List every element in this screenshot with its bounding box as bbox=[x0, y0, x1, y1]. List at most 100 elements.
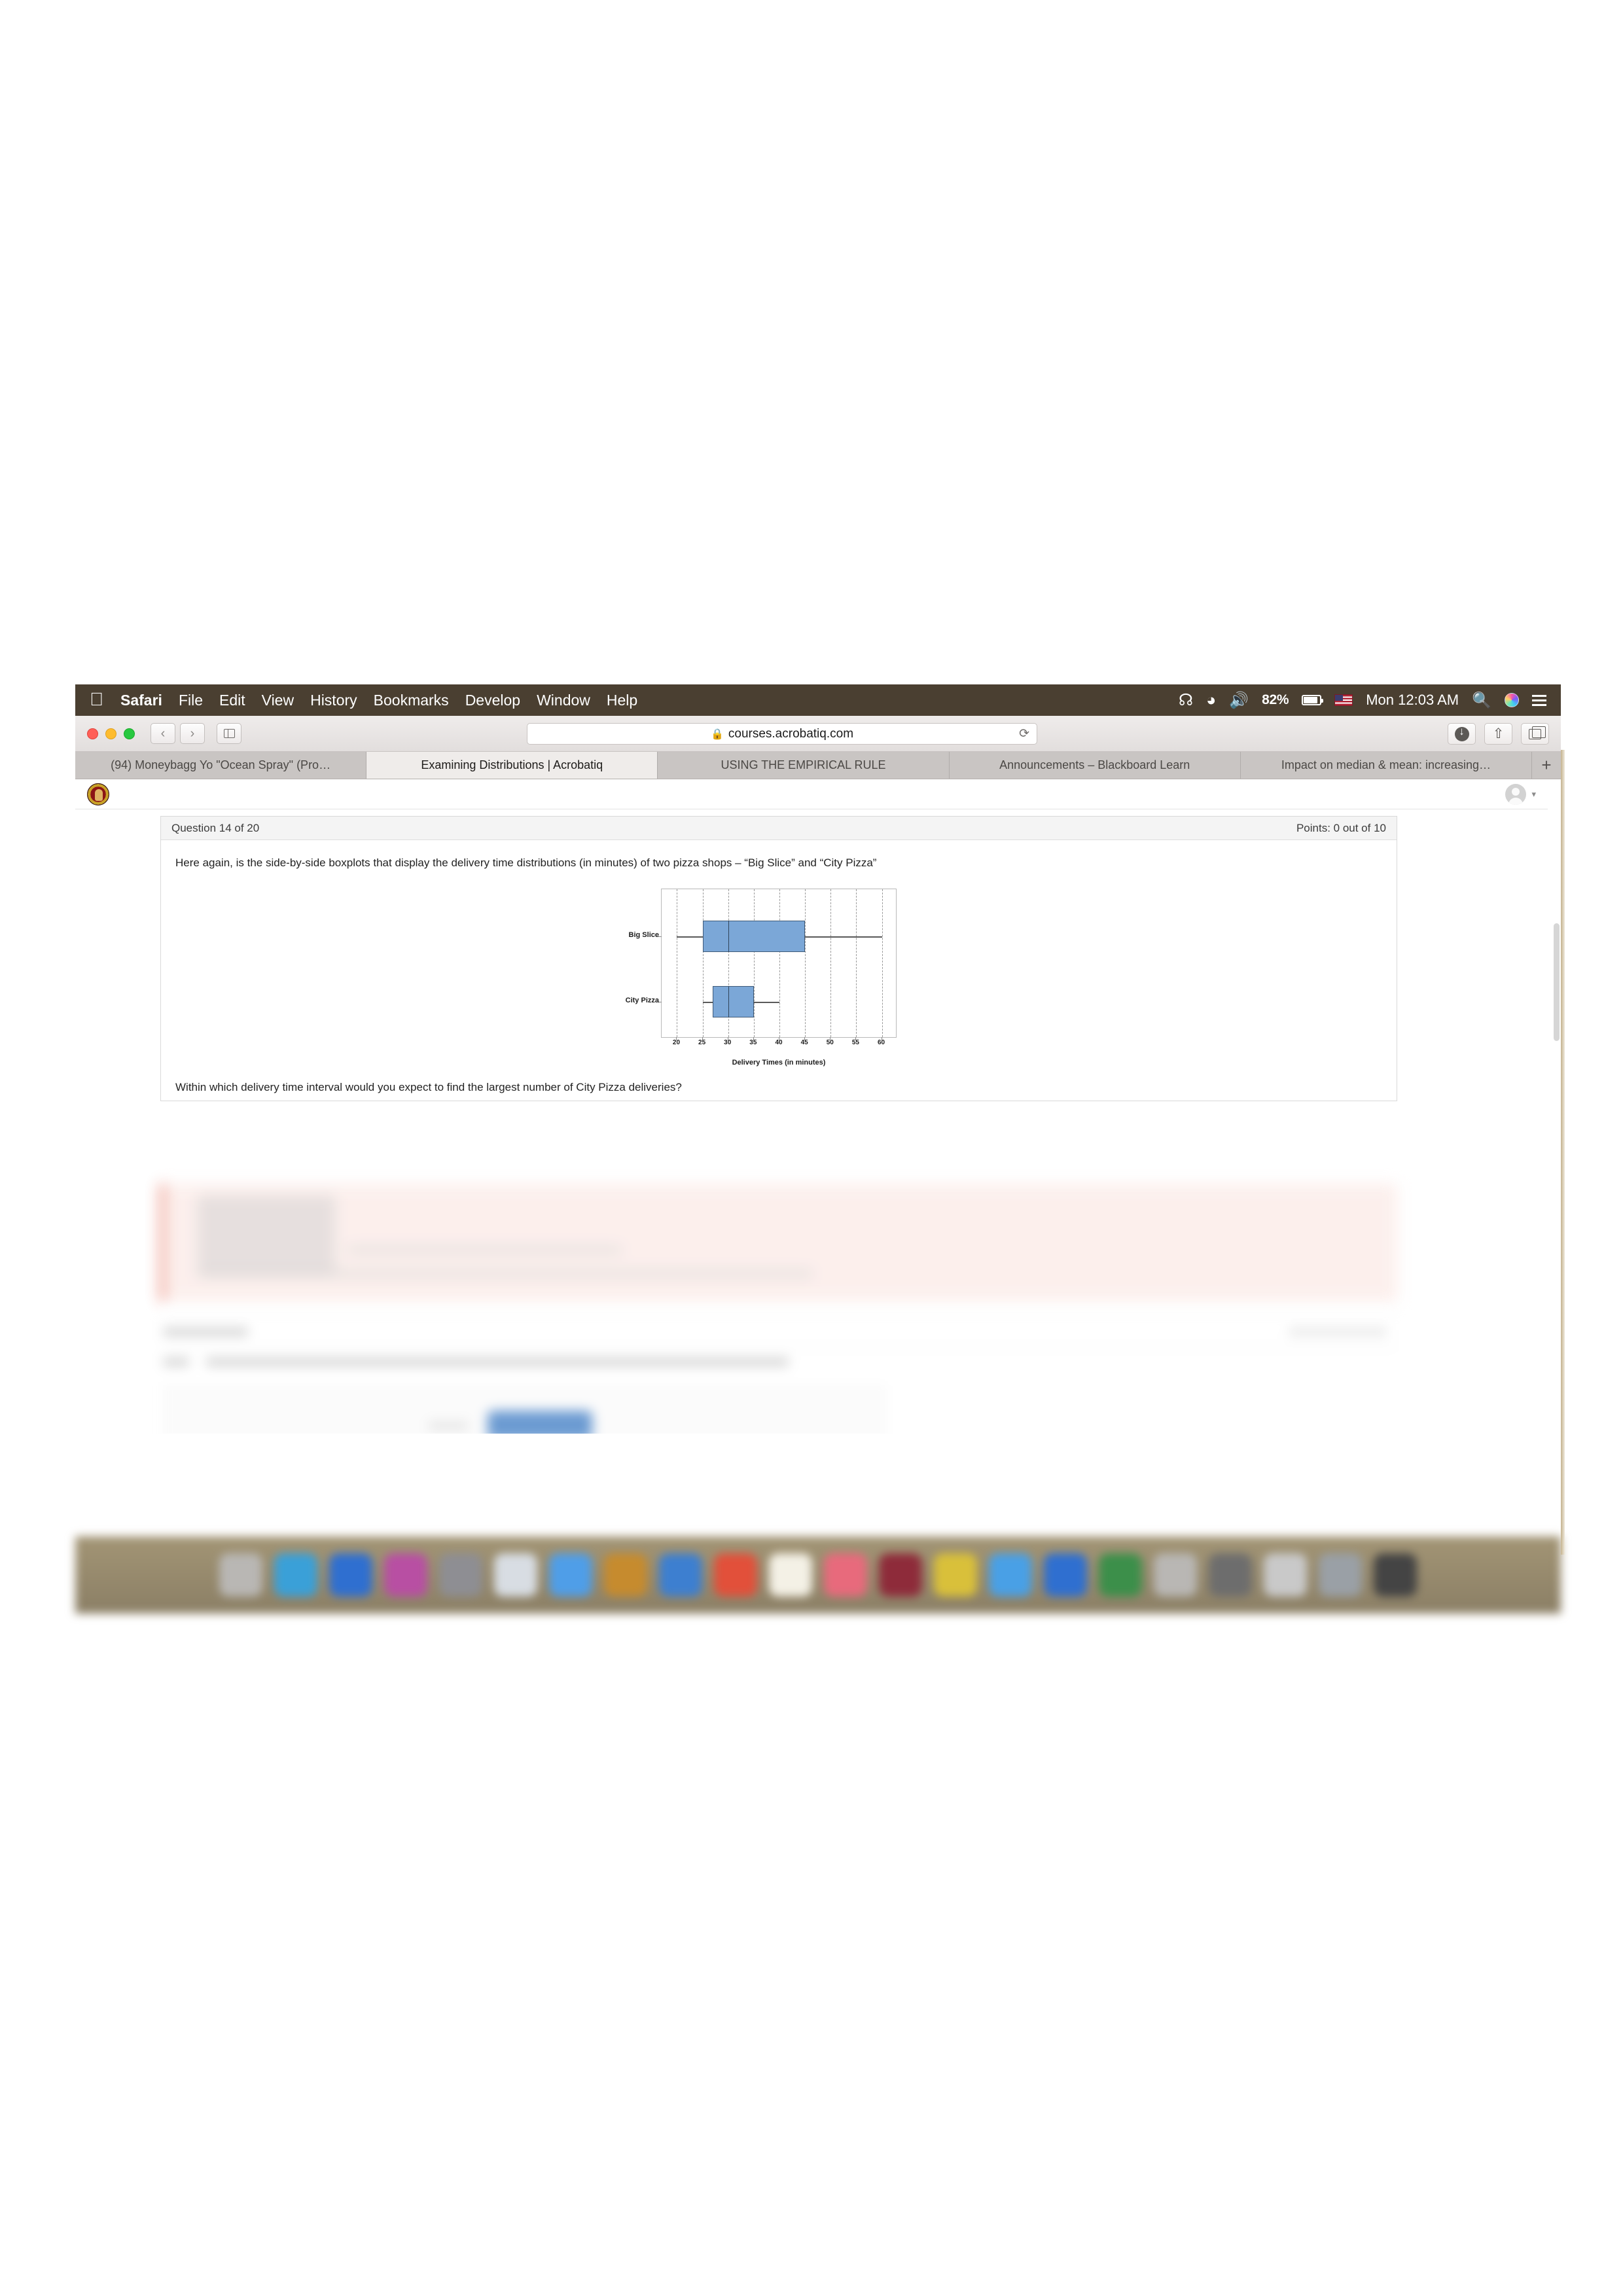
notification-center-icon[interactable] bbox=[1532, 694, 1546, 706]
boxplot-median-line bbox=[728, 985, 729, 1017]
menu-item-file[interactable]: File bbox=[179, 692, 203, 709]
dock-app-icon[interactable] bbox=[769, 1553, 812, 1597]
window-frame-edge bbox=[1561, 750, 1565, 1555]
boxplot-median-line bbox=[728, 920, 729, 952]
boxplot-category-label: City Pizza bbox=[625, 996, 659, 1004]
sidebar-toggle-button[interactable] bbox=[217, 723, 241, 744]
dock-app-icon[interactable] bbox=[879, 1553, 922, 1597]
question-counter: Question 14 of 20 bbox=[171, 821, 260, 834]
browser-tab-1[interactable]: (94) Moneybagg Yo "Ocean Spray" (Pro… bbox=[75, 752, 367, 779]
blurred-answer-options bbox=[198, 1195, 335, 1274]
blurred-text-line bbox=[1289, 1328, 1387, 1336]
boxplot-x-tick-label: 20 bbox=[672, 1038, 681, 1046]
blurred-text-line bbox=[206, 1358, 789, 1366]
dock-app-icon[interactable] bbox=[384, 1553, 427, 1597]
dock-app-icon[interactable] bbox=[1264, 1553, 1307, 1597]
blurred-text-line bbox=[163, 1328, 248, 1336]
macos-window:  Safari File Edit View History Bookmark… bbox=[75, 684, 1565, 1614]
battery-icon[interactable] bbox=[1302, 695, 1324, 705]
search-icon[interactable]: 🔍 bbox=[1472, 691, 1491, 710]
browser-tab-2[interactable]: Examining Distributions | Acrobatiq bbox=[366, 752, 658, 779]
browser-tab-bar: (94) Moneybagg Yo "Ocean Spray" (Pro… Ex… bbox=[75, 752, 1561, 779]
boxplot-x-tick-label: 50 bbox=[826, 1038, 834, 1046]
dock-app-icon[interactable] bbox=[549, 1553, 592, 1597]
dock-app-icon[interactable] bbox=[989, 1553, 1032, 1597]
menu-item-bookmarks[interactable]: Bookmarks bbox=[374, 692, 449, 709]
menu-item-history[interactable]: History bbox=[310, 692, 357, 709]
back-button[interactable]: ‹ bbox=[151, 723, 175, 744]
wifi-icon[interactable]: ◕ bbox=[1206, 691, 1216, 710]
account-menu[interactable]: ▾ bbox=[1505, 783, 1536, 805]
zoom-button[interactable] bbox=[124, 728, 135, 739]
menu-item-develop[interactable]: Develop bbox=[465, 692, 520, 709]
points-label: Points: 0 out of 10 bbox=[1296, 821, 1386, 834]
dock-app-icon[interactable] bbox=[1154, 1553, 1197, 1597]
tab-overview-button[interactable] bbox=[1521, 723, 1549, 745]
new-tab-button[interactable]: + bbox=[1532, 752, 1561, 779]
university-seal-icon[interactable] bbox=[87, 783, 109, 805]
reload-button[interactable]: ⟳ bbox=[1019, 726, 1029, 741]
browser-tab-4[interactable]: Announcements – Blackboard Learn bbox=[949, 752, 1241, 779]
boxplot-x-axis: 20 25 30 35 40 45 50 55 60 bbox=[661, 1036, 897, 1057]
share-button[interactable]: ⇧ bbox=[1484, 723, 1512, 745]
downloads-button[interactable] bbox=[1448, 723, 1476, 745]
dock-app-icon[interactable] bbox=[1319, 1553, 1362, 1597]
safari-toolbar: ‹ › 🔒 courses.acrobatiq.com ⟳ ⇧ bbox=[75, 716, 1561, 752]
minimize-button[interactable] bbox=[105, 728, 116, 739]
boxplot-box bbox=[702, 920, 806, 952]
volume-icon[interactable]: 🔊 bbox=[1229, 691, 1249, 710]
boxplot-x-tick-label: 30 bbox=[724, 1038, 732, 1046]
menu-item-safari[interactable]: Safari bbox=[120, 692, 162, 709]
blurred-text-line bbox=[198, 1270, 813, 1277]
menu-item-help[interactable]: Help bbox=[607, 692, 637, 709]
boxplot-x-tick-label: 55 bbox=[851, 1038, 859, 1046]
browser-tab-3[interactable]: USING THE EMPIRICAL RULE bbox=[658, 752, 950, 779]
quiz-body: Here again, is the side-by-side boxplots… bbox=[161, 840, 1397, 1067]
navigation-buttons: ‹ › bbox=[151, 723, 205, 744]
dock-app-icon[interactable] bbox=[439, 1553, 482, 1597]
dock-app-icon[interactable] bbox=[274, 1553, 317, 1597]
site-header: ▾ bbox=[75, 779, 1548, 809]
us-flag-icon[interactable] bbox=[1334, 694, 1353, 706]
apple-logo-icon[interactable]:  bbox=[90, 690, 103, 709]
chevron-down-icon: ▾ bbox=[1531, 788, 1536, 799]
quiz-header-bar: Question 14 of 20 Points: 0 out of 10 bbox=[161, 817, 1397, 840]
boxplot-x-axis-title: Delivery Times (in minutes) bbox=[732, 1058, 826, 1067]
dock-app-icon[interactable] bbox=[219, 1553, 262, 1597]
dock-app-icon[interactable] bbox=[1374, 1553, 1417, 1597]
siri-icon[interactable] bbox=[1505, 693, 1519, 707]
menu-item-window[interactable]: Window bbox=[537, 692, 590, 709]
boxplot-gridline bbox=[882, 889, 883, 1037]
address-bar[interactable]: 🔒 courses.acrobatiq.com ⟳ bbox=[527, 723, 1037, 745]
boxplot-box bbox=[713, 985, 754, 1017]
boxplot-gridline bbox=[805, 889, 806, 1037]
menu-bar-clock[interactable]: Mon 12:03 AM bbox=[1366, 692, 1459, 709]
downloads-icon bbox=[1454, 725, 1469, 741]
dock-app-icon[interactable] bbox=[1044, 1553, 1087, 1597]
boxplot-x-tick-label: 60 bbox=[877, 1038, 885, 1046]
answer-feedback-panel-blurred[interactable] bbox=[160, 1184, 1397, 1301]
close-button[interactable] bbox=[87, 728, 98, 739]
page-scrollbar[interactable] bbox=[1554, 923, 1560, 1041]
sidebar-icon bbox=[223, 729, 235, 738]
macos-dock[interactable] bbox=[75, 1536, 1561, 1614]
blurred-primary-button[interactable] bbox=[488, 1411, 592, 1434]
window-controls bbox=[87, 728, 135, 739]
web-page-content: ▾ Question 14 of 20 Points: 0 out of 10 … bbox=[75, 779, 1561, 1434]
boxplot-category-label: Big Slice bbox=[628, 930, 659, 939]
bluetooth-icon[interactable]: ☊ bbox=[1179, 690, 1193, 710]
dock-app-icon[interactable] bbox=[494, 1553, 537, 1597]
dock-app-icon[interactable] bbox=[1209, 1553, 1252, 1597]
menu-item-edit[interactable]: Edit bbox=[219, 692, 245, 709]
user-avatar-icon bbox=[1505, 783, 1527, 805]
dock-app-icon[interactable] bbox=[1099, 1553, 1142, 1597]
forward-button[interactable]: › bbox=[180, 723, 205, 744]
dock-app-icon[interactable] bbox=[824, 1553, 867, 1597]
browser-tab-5[interactable]: Impact on median & mean: increasing… bbox=[1240, 752, 1533, 779]
menu-item-view[interactable]: View bbox=[262, 692, 294, 709]
dock-app-icon[interactable] bbox=[934, 1553, 977, 1597]
dock-app-icon[interactable] bbox=[714, 1553, 757, 1597]
dock-app-icon[interactable] bbox=[659, 1553, 702, 1597]
dock-app-icon[interactable] bbox=[329, 1553, 372, 1597]
dock-app-icon[interactable] bbox=[604, 1553, 647, 1597]
